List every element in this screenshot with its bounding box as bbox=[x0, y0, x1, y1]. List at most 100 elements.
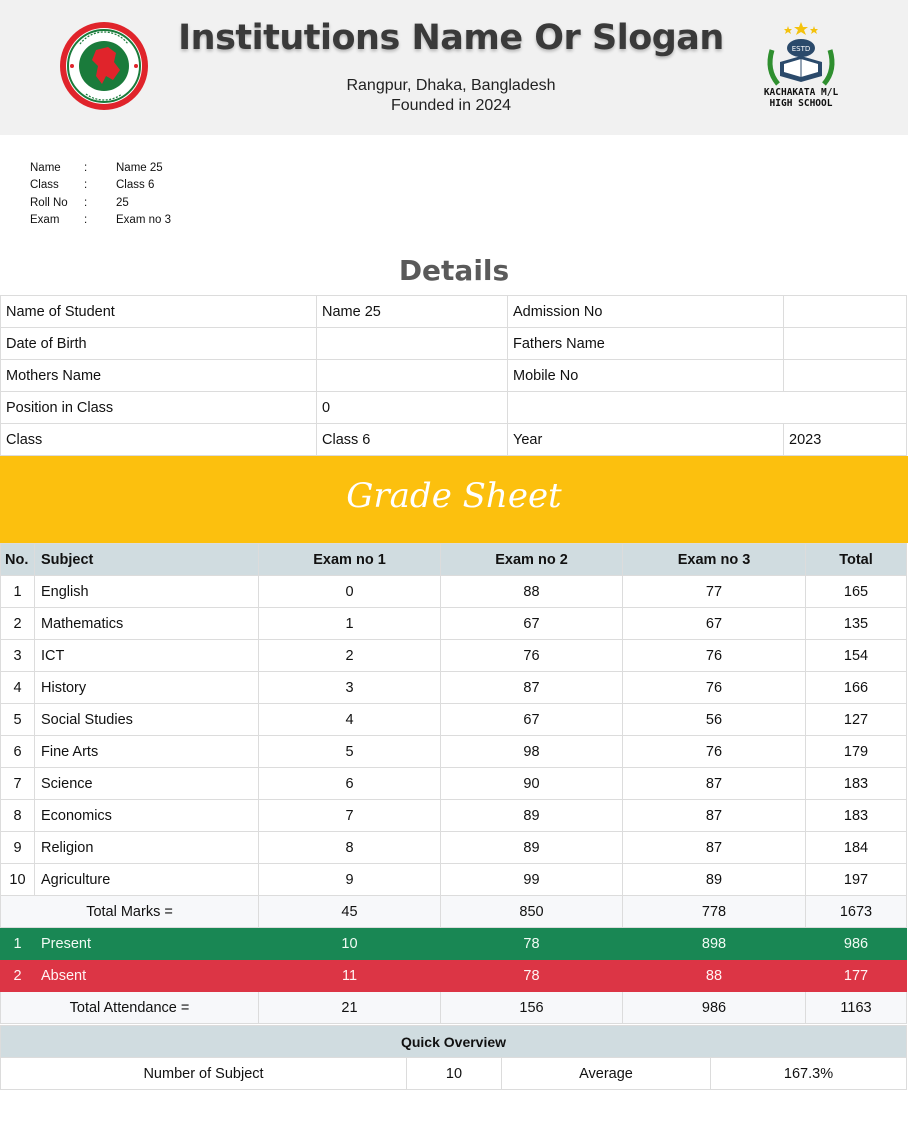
row-no: 6 bbox=[0, 735, 35, 768]
exam1-score: 2 bbox=[258, 639, 441, 672]
details-label: Name of Student bbox=[0, 295, 317, 328]
grade-header-row: No. Subject Exam no 1 Exam no 2 Exam no … bbox=[0, 543, 907, 576]
details-value: Class 6 bbox=[316, 423, 508, 456]
quick-overview-table: Quick Overview Number of Subject 10 Aver… bbox=[0, 1025, 907, 1090]
average-value: 167.3% bbox=[710, 1057, 907, 1090]
grade-row: 3 ICT 2 76 76 154 bbox=[0, 639, 907, 672]
quick-overview-row: Number of Subject 10 Average 167.3% bbox=[0, 1057, 907, 1090]
info-label: Roll No bbox=[30, 196, 68, 209]
present-exam1: 10 bbox=[258, 927, 441, 960]
row-no: 3 bbox=[0, 639, 35, 672]
total-attendance-label: Total Attendance = bbox=[0, 991, 259, 1024]
details-value bbox=[783, 295, 907, 328]
col-header-exam2: Exam no 2 bbox=[440, 543, 623, 576]
details-row: Mothers Name Mobile No bbox=[0, 359, 907, 392]
col-header-no: No. bbox=[0, 543, 35, 576]
exam3-score: 67 bbox=[622, 607, 806, 640]
exam3-score: 56 bbox=[622, 703, 806, 736]
subject-name: Religion bbox=[34, 831, 259, 864]
exam3-score: 89 bbox=[622, 863, 806, 896]
absent-exam3: 88 bbox=[622, 959, 806, 992]
total-marks-exam2: 850 bbox=[440, 895, 623, 928]
exam1-score: 8 bbox=[258, 831, 441, 864]
grade-row: 8 Economics 7 89 87 183 bbox=[0, 799, 907, 832]
subject-name: History bbox=[34, 671, 259, 704]
row-no: 8 bbox=[0, 799, 35, 832]
present-exam3: 898 bbox=[622, 927, 806, 960]
school-name-line-2: HIGH SCHOOL bbox=[769, 98, 833, 109]
total-attendance-exam2: 156 bbox=[440, 991, 623, 1024]
absent-no: 2 bbox=[0, 959, 35, 992]
exam1-score: 1 bbox=[258, 607, 441, 640]
info-value: Exam no 3 bbox=[116, 214, 171, 227]
info-row: Roll No: 25 bbox=[30, 194, 171, 212]
subject-name: Agriculture bbox=[34, 863, 259, 896]
absent-label: Absent bbox=[34, 959, 259, 992]
grade-row: 7 Science 6 90 87 183 bbox=[0, 767, 907, 800]
details-table: Name of Student Name 25 Admission No Dat… bbox=[0, 295, 907, 456]
page-header: Institutions Name Or Slogan Rangpur, Dha… bbox=[0, 0, 908, 135]
row-no: 4 bbox=[0, 671, 35, 704]
details-value: 2023 bbox=[783, 423, 907, 456]
details-value bbox=[783, 327, 907, 360]
subject-count-value: 10 bbox=[406, 1057, 502, 1090]
details-empty bbox=[507, 391, 907, 424]
total-attendance-row: Total Attendance = 21 156 986 1163 bbox=[0, 991, 907, 1024]
info-value: Name 25 bbox=[116, 161, 163, 174]
quick-overview-title: Quick Overview bbox=[0, 1025, 907, 1058]
total-score: 183 bbox=[805, 767, 907, 800]
total-marks-exam3: 778 bbox=[622, 895, 806, 928]
subject-name: Social Studies bbox=[34, 703, 259, 736]
exam2-score: 89 bbox=[440, 799, 623, 832]
total-attendance-exam3: 986 bbox=[622, 991, 806, 1024]
exam3-score: 87 bbox=[622, 767, 806, 800]
info-row: Class: Class 6 bbox=[30, 177, 171, 195]
average-label: Average bbox=[501, 1057, 711, 1090]
school-name: KACHAKATA M/L HIGH SCHOOL bbox=[740, 87, 862, 109]
exam1-score: 3 bbox=[258, 671, 441, 704]
total-score: 166 bbox=[805, 671, 907, 704]
total-marks-total: 1673 bbox=[805, 895, 907, 928]
exam2-score: 90 bbox=[440, 767, 623, 800]
exam3-score: 76 bbox=[622, 639, 806, 672]
details-value bbox=[783, 359, 907, 392]
details-value: Name 25 bbox=[316, 295, 508, 328]
exam1-score: 6 bbox=[258, 767, 441, 800]
row-no: 10 bbox=[0, 863, 35, 896]
institution-address-block: Rangpur, Dhaka, Bangladesh Founded in 20… bbox=[150, 76, 752, 116]
info-separator: : bbox=[84, 161, 88, 174]
total-marks-exam1: 45 bbox=[258, 895, 441, 928]
grade-row: 10 Agriculture 9 99 89 197 bbox=[0, 863, 907, 896]
exam2-score: 89 bbox=[440, 831, 623, 864]
exam1-score: 4 bbox=[258, 703, 441, 736]
subject-count-label: Number of Subject bbox=[0, 1057, 407, 1090]
exam2-score: 67 bbox=[440, 607, 623, 640]
estd-label: ESTD bbox=[792, 45, 811, 53]
total-score: 179 bbox=[805, 735, 907, 768]
subject-name: English bbox=[34, 575, 259, 608]
row-no: 9 bbox=[0, 831, 35, 864]
absent-exam1: 11 bbox=[258, 959, 441, 992]
grade-row: 2 Mathematics 1 67 67 135 bbox=[0, 607, 907, 640]
details-label: Class bbox=[0, 423, 317, 456]
total-score: 127 bbox=[805, 703, 907, 736]
subject-name: Fine Arts bbox=[34, 735, 259, 768]
details-label: Date of Birth bbox=[0, 327, 317, 360]
exam2-score: 76 bbox=[440, 639, 623, 672]
details-row: Name of Student Name 25 Admission No bbox=[0, 295, 907, 328]
total-attendance-exam1: 21 bbox=[258, 991, 441, 1024]
details-value: 0 bbox=[316, 391, 508, 424]
details-label: Position in Class bbox=[0, 391, 317, 424]
exam2-score: 98 bbox=[440, 735, 623, 768]
details-value bbox=[316, 359, 508, 392]
info-separator: : bbox=[84, 179, 88, 192]
details-row: Date of Birth Fathers Name bbox=[0, 327, 907, 360]
details-label: Fathers Name bbox=[507, 327, 784, 360]
details-label: Mothers Name bbox=[0, 359, 317, 392]
col-header-subject: Subject bbox=[34, 543, 259, 576]
info-value: 25 bbox=[116, 196, 129, 209]
present-row: 1 Present 10 78 898 986 bbox=[0, 927, 907, 960]
exam2-score: 87 bbox=[440, 671, 623, 704]
row-no: 5 bbox=[0, 703, 35, 736]
absent-exam2: 78 bbox=[440, 959, 623, 992]
